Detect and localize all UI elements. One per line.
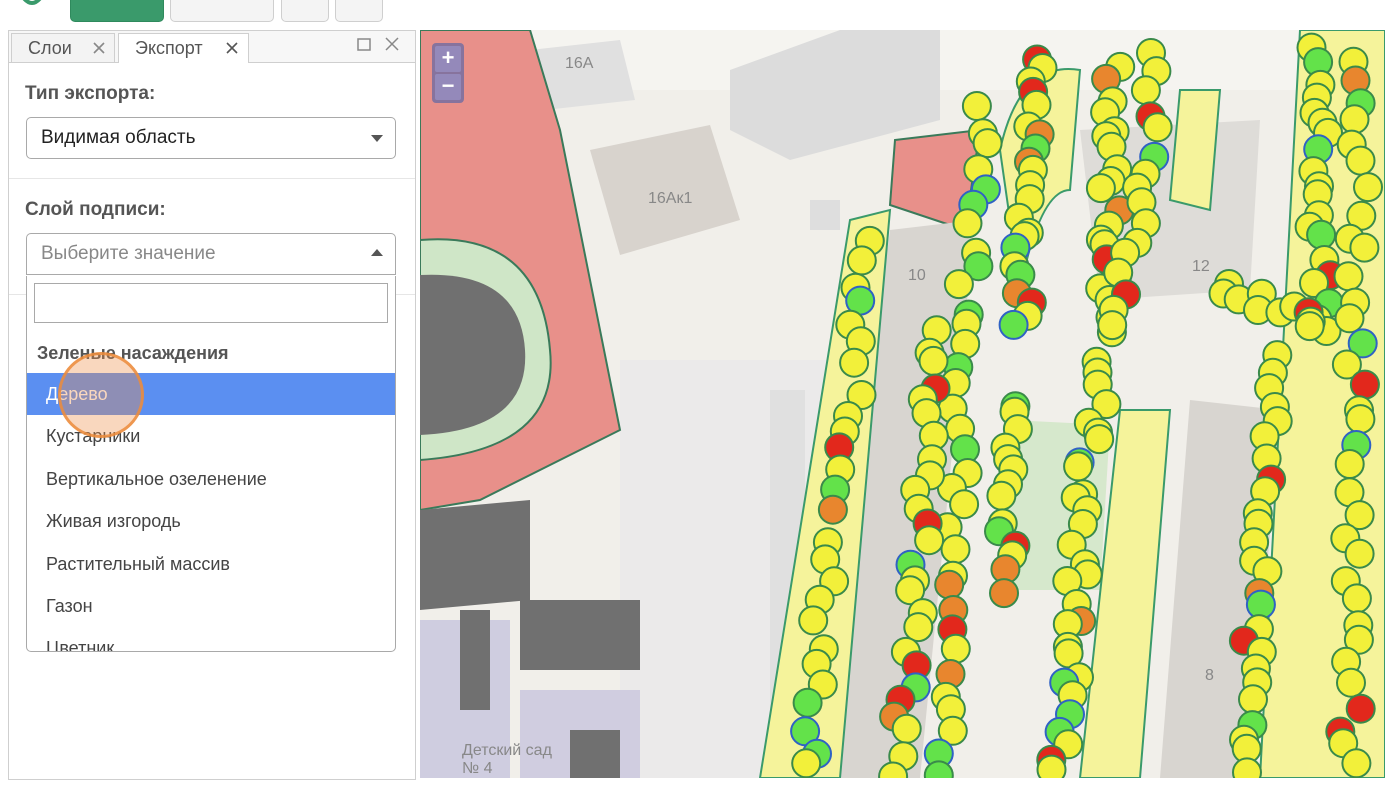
zoom-control: + − [432, 43, 464, 103]
building-label: 8 [1205, 667, 1214, 684]
tree-point[interactable] [1097, 310, 1128, 341]
tree-point[interactable] [986, 480, 1017, 511]
tree-point[interactable] [817, 494, 848, 525]
dropdown-option[interactable]: Живая изгородь [27, 500, 395, 542]
tab-layers[interactable]: Слои [11, 33, 115, 62]
tree-point[interactable] [1238, 684, 1268, 715]
tree-point[interactable] [1349, 232, 1380, 263]
tree-point[interactable] [918, 345, 949, 376]
toolbar-button[interactable] [170, 0, 274, 22]
tree-point[interactable] [1294, 311, 1325, 342]
tree-point[interactable] [846, 245, 877, 276]
tree-point[interactable] [1130, 75, 1161, 106]
export-type-value: Видимая область [41, 127, 196, 148]
tree-point[interactable] [903, 612, 934, 643]
tree-point[interactable] [1085, 173, 1116, 204]
building-label: 16А [565, 55, 594, 72]
export-type-label: Тип экспорта: [25, 83, 156, 104]
caption-layer-placeholder: Выберите значение [41, 243, 216, 264]
close-icon[interactable] [225, 41, 239, 55]
zoom-in-button[interactable]: + [435, 46, 461, 72]
tree-point[interactable] [798, 605, 829, 636]
tree-point[interactable] [914, 525, 945, 556]
building-label: 16Ак1 [648, 190, 693, 207]
tab-label: Экспорт [135, 38, 203, 58]
tree-point[interactable] [1344, 538, 1375, 569]
tree-point[interactable] [1084, 424, 1115, 455]
tab-export[interactable]: Экспорт [118, 33, 249, 63]
map-view[interactable]: 16А 16Ак1 10 12 8 Детский сад № 4 + − [420, 30, 1385, 778]
building-label: 10 [908, 267, 926, 284]
tree-point[interactable] [961, 91, 992, 121]
tree-point[interactable] [934, 569, 965, 600]
tree-point[interactable] [1334, 449, 1365, 479]
tree-point[interactable] [1036, 754, 1067, 778]
caption-layer-label: Слой подписи: [25, 199, 166, 220]
caption-layer-dropdown: Зеленые насаждения Дерево Кустарники Вер… [26, 276, 396, 652]
tree-point[interactable] [952, 208, 983, 239]
toolbar-primary-button[interactable] [70, 0, 164, 22]
tree-point[interactable] [1345, 145, 1376, 176]
dropdown-group-label: Зеленые насаждения [37, 343, 229, 363]
tree-point[interactable] [1341, 583, 1372, 614]
zoom-out-button[interactable]: − [435, 74, 461, 100]
tree-point[interactable] [1345, 693, 1376, 724]
tree-point[interactable] [891, 713, 922, 744]
panel-tabs: Слои Экспорт [9, 31, 415, 63]
caption-layer-select[interactable]: Выберите значение [26, 233, 396, 275]
tree-point[interactable] [1063, 451, 1094, 482]
tree-point[interactable] [1349, 369, 1380, 400]
chevron-up-icon [371, 249, 383, 256]
dropdown-option[interactable]: Вертикальное озеленение [27, 458, 395, 500]
toolbar-small-button[interactable] [281, 0, 329, 22]
map-canvas [420, 30, 1385, 778]
tree-point[interactable] [1232, 757, 1262, 778]
tab-label: Слои [28, 38, 72, 58]
tree-point[interactable] [1341, 748, 1372, 778]
maximize-icon[interactable] [356, 36, 372, 52]
tree-point[interactable] [1306, 219, 1337, 250]
close-icon[interactable] [92, 41, 106, 55]
tree-point[interactable] [1336, 667, 1366, 698]
tree-point[interactable] [1339, 104, 1370, 135]
tree-point[interactable] [839, 347, 870, 378]
tree-point[interactable] [792, 687, 823, 718]
tree-point[interactable] [940, 633, 971, 664]
export-type-select[interactable]: Видимая область [26, 117, 396, 159]
click-indicator [58, 352, 144, 438]
tree-point[interactable] [989, 578, 1019, 609]
top-toolbar [0, 0, 1400, 26]
tree-point[interactable] [1142, 112, 1173, 143]
chevron-down-icon [371, 135, 383, 142]
tree-point[interactable] [1334, 303, 1365, 334]
poi-label: Детский сад № 4 [462, 742, 552, 777]
divider [9, 178, 415, 179]
tree-point[interactable] [972, 128, 1003, 159]
dropdown-search-input[interactable] [34, 283, 388, 323]
tree-point[interactable] [791, 748, 822, 778]
dropdown-option[interactable]: Цветник [27, 627, 395, 651]
building-label: 12 [1192, 258, 1210, 275]
toolbar-small-button[interactable] [335, 0, 383, 22]
tree-point[interactable] [1345, 404, 1376, 435]
tree-point[interactable] [1353, 172, 1383, 203]
tree-point[interactable] [998, 309, 1029, 340]
tree-point[interactable] [1333, 261, 1364, 292]
dropdown-option[interactable]: Газон [27, 585, 395, 627]
tree-point[interactable] [943, 269, 974, 300]
app-logo-icon [22, 0, 42, 5]
dropdown-option[interactable]: Растительный массив [27, 543, 395, 585]
close-panel-icon[interactable] [384, 36, 400, 52]
tree-point[interactable] [940, 534, 971, 565]
